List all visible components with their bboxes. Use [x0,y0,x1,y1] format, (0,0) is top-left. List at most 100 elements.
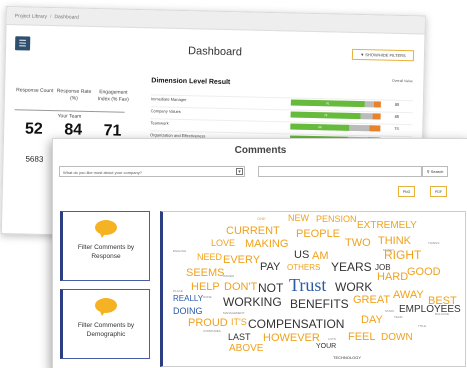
word-cloud-word[interactable]: Trust [289,276,326,294]
dimension-value: 85 [394,113,400,119]
neutral-segment [349,124,370,132]
filter-by-response-panel[interactable]: Filter Comments by Response [60,211,150,281]
dimension-label: Immediate Manager [150,96,187,103]
word-cloud-word[interactable]: NEW [288,214,309,223]
word-cloud-word[interactable]: TITLE [418,325,426,328]
dimension-value: 74 [394,125,399,131]
word-cloud-word[interactable]: US [294,250,309,261]
word-cloud-word[interactable]: DOWN [381,333,413,343]
word-cloud-word[interactable]: YEARS [331,261,372,273]
word-cloud-word[interactable]: PROUD [188,318,228,329]
word-cloud-word[interactable]: MONEY [383,249,394,252]
speech-bubble-icon [95,298,117,316]
word-cloud-word[interactable]: STAFF [385,310,394,313]
breadcrumb-project-library[interactable]: Project Library [15,13,47,20]
unfavorable-segment [373,101,381,108]
word-cloud-word[interactable]: OTHERS [287,264,320,272]
dimension-bar: 66 [290,123,381,132]
panel-demographic-line1: Filter Comments by [77,322,135,329]
word-cloud-word[interactable]: LOVE [211,239,235,248]
word-cloud-word[interactable]: EXTREMELY [357,221,417,231]
word-cloud-word[interactable]: HOWEVER [263,333,320,344]
search-icon: ⚲ [426,169,430,174]
word-cloud-word[interactable]: HELP [191,282,220,293]
word-cloud-word[interactable]: FEEL [348,332,376,343]
word-cloud-word[interactable]: REALLY [173,295,203,303]
word-cloud-word[interactable]: COMPANIES [203,330,221,333]
word-cloud-word[interactable]: ABOVE [229,344,263,354]
word-cloud-word[interactable]: EMPLOYEES [399,305,461,315]
word-cloud-word[interactable]: IT'S [231,318,247,327]
word-cloud-word[interactable]: WORK [335,281,372,293]
word-cloud-word[interactable]: MANAGEMENT [223,312,245,315]
show-filters-label: SHOW/HIDE FILTERS [365,52,406,59]
word-cloud-word[interactable]: NOT [258,282,283,294]
dimension-label: Teamwork [150,120,169,126]
show-filters-button[interactable]: ▼ SHOW/HIDE FILTERS [351,48,415,62]
pdf-button[interactable]: PDF [430,186,447,197]
png-button[interactable]: PNG [398,186,415,197]
unfavorable-segment [372,113,381,120]
word-cloud-word[interactable]: THINGS [428,242,439,245]
word-cloud-word[interactable]: DON'T [224,282,257,293]
your-team-label: Your Team [14,109,125,121]
word-cloud-word[interactable]: HARD [377,272,408,283]
question-select[interactable]: What do you like most about your company… [59,166,245,177]
word-cloud-word[interactable]: MAKING [245,239,288,250]
search-input[interactable] [258,166,422,177]
word-cloud-word[interactable]: LOTS [328,338,336,341]
word-cloud-word[interactable]: GOOD [407,267,441,278]
word-cloud-word[interactable]: PENSION [316,215,357,224]
panel-response-line1: Filter Comments by [77,244,135,251]
word-cloud-word[interactable]: BALANCE [435,313,449,316]
word-cloud-word[interactable]: NEED [197,253,222,262]
word-cloud-word[interactable]: SEEMS [186,268,225,279]
word-cloud-word[interactable]: AM [312,251,329,262]
word-cloud-word[interactable]: TECHNOLOGY [333,356,361,360]
word-cloud-word[interactable]: LAST [228,333,251,342]
word-cloud-word[interactable]: THINK [378,236,411,247]
word-cloud-word[interactable]: EVERY [223,255,260,266]
word-cloud-word[interactable]: ISSUES [223,275,234,278]
word-cloud-word[interactable]: COMPENSATION [248,318,344,330]
word-cloud-word[interactable]: ONE [257,217,266,221]
word-cloud-word[interactable]: DAY [361,315,383,326]
filter-by-demographic-panel[interactable]: Filter Comments by Demographic [60,289,150,359]
panel-demographic-line2: Demographic [86,331,126,338]
breadcrumb-dashboard: Dashboard [54,14,79,21]
word-cloud-word[interactable]: PEOPLE [296,229,340,240]
dimension-row: Teamwork 66 74 [150,118,413,133]
response-count-value: 52 [24,120,43,138]
word-cloud-word[interactable]: WORKING [223,296,282,308]
word-cloud-word[interactable]: TEAM [394,316,402,319]
word-cloud-word[interactable]: YOUR [316,343,336,350]
unfavorable-segment [369,125,381,132]
question-select-value: What do you like most about your company… [63,170,142,175]
neutral-segment [360,113,373,120]
comments-card: Comments What do you like most about you… [52,138,467,368]
search-button-label: Search [430,169,444,174]
screenshot-stage: Project Library / Dashboard ☰ Dashboard ▼ … [0,0,467,368]
word-cloud-word[interactable]: DOING [173,307,203,316]
word-cloud-word[interactable]: AWAY [393,290,424,301]
word-cloud-word[interactable]: PLACE [173,290,183,293]
word-cloud-word[interactable]: ENGLISH [173,250,186,253]
favorable-segment: 78 [290,111,361,120]
word-cloud-word[interactable]: TWO [345,238,371,249]
word-cloud-word[interactable]: DONE [203,296,212,299]
dimension-value: 85 [394,101,400,107]
response-rate-header: Response Rate (%) [56,88,92,102]
dimension-label: Company Values [150,108,181,114]
word-cloud-word[interactable]: GREAT [353,295,390,306]
chevron-down-icon[interactable]: ▾ [236,168,243,175]
word-cloud-word[interactable]: PAY [260,262,280,273]
word-cloud-word[interactable]: CURRENT [226,226,280,237]
dimension-title: Dimension Level Result [151,77,231,87]
dimension-row: Company Values 78 85 [150,106,413,121]
favorable-segment: 81 [290,99,365,108]
engagement-index-header: Engagement Index (% Fav) [97,89,129,103]
breadcrumb: Project Library / Dashboard [6,7,425,35]
word-cloud: CURRENT NEW PENSION EXTREMELY PEOPLE LOVE MAKI… [160,211,466,367]
search-button[interactable]: ⚲ Search [422,166,448,177]
word-cloud-word[interactable]: BENEFITS [290,298,349,310]
